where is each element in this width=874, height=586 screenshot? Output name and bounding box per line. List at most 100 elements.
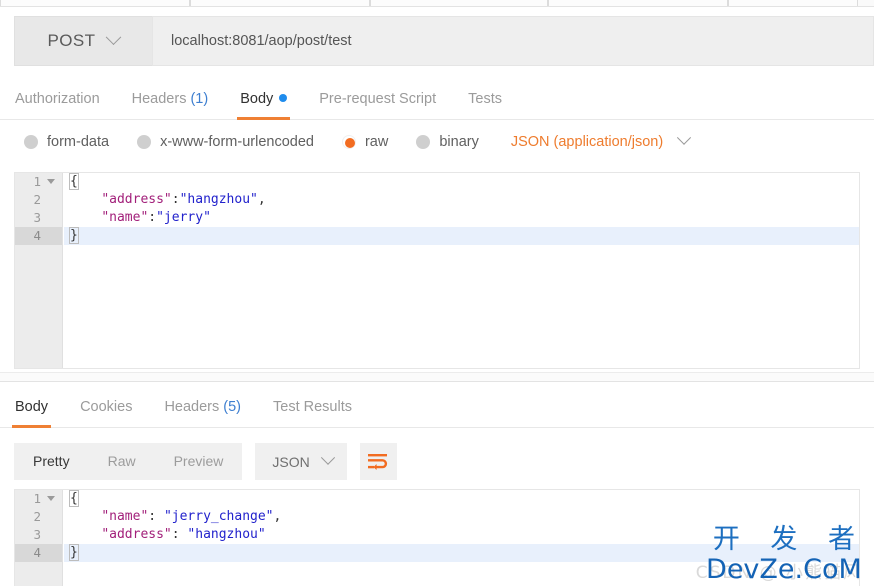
request-line-number: 4	[15, 227, 62, 245]
request-line-number: 2	[33, 192, 41, 207]
view-mode-raw[interactable]: Raw	[89, 443, 155, 480]
request-tab-tests[interactable]: Tests	[468, 78, 502, 120]
response-tab-cookies[interactable]: Cookies	[80, 386, 132, 428]
response-toolbar: Pretty Raw Preview JSON	[14, 443, 397, 480]
tab-label: Tests	[468, 90, 502, 107]
tab-label: Body	[240, 90, 274, 107]
unsaved-dot-icon	[279, 93, 288, 102]
code-token: ,	[257, 192, 266, 207]
request-url-row: POST localhost:8081/aop/post/test	[14, 16, 874, 66]
tab-count: (1)	[186, 90, 209, 107]
response-view-mode-group: Pretty Raw Preview	[14, 443, 243, 480]
request-tab-body[interactable]: Body	[237, 78, 291, 120]
tab-label: Test Results	[273, 398, 352, 415]
ghost-tab[interactable]	[370, 0, 548, 6]
request-tab-headers[interactable]: Headers (1)	[132, 78, 209, 120]
code-token: "hangzhou"	[179, 192, 258, 207]
pane-divider[interactable]	[0, 372, 874, 382]
tab-count: (5)	[219, 398, 242, 415]
response-tabs: Body Cookies Headers (5) Test Results	[0, 386, 874, 428]
response-format-selector[interactable]: JSON	[255, 443, 347, 480]
code-token: "address"	[101, 192, 172, 207]
body-type-form-data[interactable]: form-data	[24, 134, 109, 150]
code-token: }	[69, 227, 79, 244]
response-line-number: 2	[33, 509, 41, 524]
watermark: 开 发 者 DevZe.CoM	[702, 524, 866, 584]
request-code-line[interactable]: }	[64, 227, 859, 245]
request-url-text: localhost:8081/aop/post/test	[171, 33, 352, 49]
body-type-raw[interactable]: raw	[341, 134, 388, 150]
response-line-number: 3	[33, 527, 41, 542]
response-line-number: 1	[15, 490, 62, 508]
response-tab-test-results[interactable]: Test Results	[273, 386, 352, 428]
body-type-label: form-data	[47, 134, 110, 150]
view-mode-pretty[interactable]: Pretty	[14, 443, 89, 480]
request-line-number: 3	[33, 210, 41, 225]
request-editor-code[interactable]: { "address":"hangzhou", "name":"jerry"}	[64, 173, 859, 245]
radio-button-icon[interactable]	[24, 135, 38, 149]
response-editor-gutter: 12 3 4	[15, 490, 63, 586]
text-caret	[77, 228, 79, 241]
tab-label: Authorization	[15, 90, 100, 107]
tab-label: Cookies	[80, 398, 133, 415]
word-wrap-icon	[367, 454, 387, 470]
word-wrap-button[interactable]	[359, 443, 397, 480]
code-token: :	[171, 192, 180, 207]
request-tab-pre-request-script[interactable]: Pre-request Script	[319, 78, 436, 120]
request-tabs: Authorization Headers (1) Body Pre-request …	[0, 78, 874, 120]
body-type-x-www-form-urlencoded[interactable]: x-www-form-urlencoded	[137, 134, 314, 150]
code-token: "jerry"	[156, 210, 211, 225]
request-code-line[interactable]: {	[64, 173, 859, 191]
request-url-input[interactable]: localhost:8081/aop/post/test	[152, 16, 874, 66]
code-token: {	[69, 173, 79, 190]
response-tab-headers[interactable]: Headers (5)	[164, 386, 241, 428]
text-caret	[77, 545, 79, 558]
response-tab-body[interactable]: Body	[11, 386, 52, 428]
chevron-down-icon	[320, 450, 335, 465]
watermark-en-text: DevZe.CoM	[706, 554, 862, 585]
code-token: :	[148, 509, 164, 524]
code-token: {	[69, 490, 79, 507]
response-line-number: 4	[15, 544, 62, 562]
content-type-label: JSON (application/json)	[510, 134, 664, 150]
ghost-tab[interactable]	[0, 0, 190, 6]
ghost-tab[interactable]	[728, 0, 858, 6]
radio-button-icon[interactable]	[137, 135, 152, 149]
code-token: "hangzhou"	[187, 527, 266, 542]
tab-label: Body	[15, 398, 49, 415]
code-token: }	[69, 544, 79, 561]
tab-label: Headers	[164, 398, 220, 415]
radio-button-icon[interactable]	[416, 135, 431, 149]
ghost-tab[interactable]	[190, 0, 370, 6]
request-tab-authorization[interactable]: Authorization	[15, 78, 100, 120]
tab-label: Pre-request Script	[319, 90, 437, 107]
response-code-line[interactable]: {	[64, 490, 859, 508]
request-body-editor[interactable]: 1234 { "address":"hangzhou", "name":"jer…	[14, 172, 860, 369]
request-code-line[interactable]: "name":"jerry"	[64, 209, 859, 227]
body-type-label: x-www-form-urlencoded	[160, 134, 314, 150]
chevron-down-icon	[677, 130, 692, 145]
postman-window: POST localhost:8081/aop/post/test Author…	[0, 0, 874, 586]
http-method-selector[interactable]: POST	[14, 16, 152, 66]
chevron-down-icon	[106, 28, 122, 45]
watermark-cn-text: 开 发 者	[712, 524, 866, 555]
view-mode-preview[interactable]: Preview	[155, 443, 243, 480]
fold-triangle-icon[interactable]	[47, 179, 55, 184]
code-token: "name"	[101, 210, 149, 225]
request-tab-strip	[0, 0, 874, 7]
content-type-selector[interactable]: JSON (application/json)	[510, 130, 692, 150]
ghost-tab[interactable]	[548, 0, 728, 6]
code-token: :	[171, 527, 188, 542]
fold-triangle-icon[interactable]	[47, 496, 55, 501]
code-token: "name"	[101, 509, 149, 524]
request-code-line[interactable]: "address":"hangzhou",	[64, 191, 859, 209]
body-type-radio-group: form-data x-www-form-urlencoded raw binary J…	[0, 120, 874, 164]
tab-label: Headers	[131, 90, 187, 107]
radio-button-icon[interactable]	[341, 135, 356, 149]
code-token: "address"	[101, 527, 172, 542]
body-type-binary[interactable]: binary	[416, 134, 479, 150]
